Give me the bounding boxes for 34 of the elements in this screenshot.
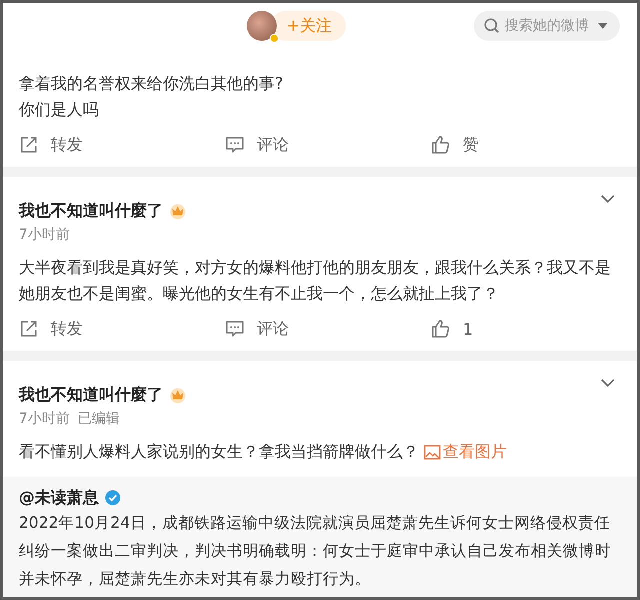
like-button[interactable]: 1 (423, 319, 474, 339)
user-name[interactable]: @未读萧息 (19, 487, 99, 509)
share-icon (19, 135, 39, 155)
edited-label: 已编辑 (78, 410, 120, 429)
repost-button[interactable]: 转发 (11, 318, 83, 340)
repost-text: 2022年10月24日，成都铁路运输中级法院就演员屈楚萧先生诉何女士网络侵权责任纠纷一案做出二审判决，判决书明确载明：何女士于庭审中承认自己发布相关微博时并未怀孕，屈楚萧先生亦未对其有暴力殴打行为。 (19, 513, 612, 590)
user-name[interactable]: 我也不知道叫什麼了 (19, 383, 163, 407)
chevron-down-icon[interactable] (601, 195, 615, 204)
user-name[interactable]: 我也不知道叫什麼了 (19, 199, 163, 223)
chevron-down-icon[interactable] (601, 379, 615, 388)
repost-button[interactable]: 转发 (11, 134, 83, 156)
post-text: 拿着我的名誉权来给你洗白其他的事? 你们是人吗 (19, 73, 284, 121)
post-text: 大半夜看到我是真好笑，对方女的爆料他打他的朋友朋友，跟我什么关系？我又不是她朋友也不是闺蜜。曝光他的女生有不止我一个，怎么就扯上我了？ (19, 257, 612, 305)
verified-icon (270, 34, 279, 43)
comment-button[interactable]: 评论 (217, 318, 289, 340)
like-button[interactable]: 赞 (423, 134, 479, 156)
post-text: 看不懂别人爆料人家说别的女生？拿我当挡箭牌做什么？ 查看图片 (19, 439, 621, 465)
post-time: 7小时前 (19, 226, 70, 245)
search-field[interactable]: 搜索她的微博 (474, 11, 620, 41)
verified-icon (105, 490, 121, 506)
thumbs-up-icon (431, 319, 451, 339)
comment-button[interactable]: 评论 (217, 134, 289, 156)
caret-icon[interactable] (598, 23, 608, 29)
image-icon (424, 444, 442, 460)
view-image-link[interactable]: 查看图片 (424, 439, 508, 465)
comment-icon (225, 135, 245, 155)
search-icon (484, 18, 500, 34)
comment-icon (225, 319, 245, 339)
avatar[interactable] (246, 11, 277, 41)
crown-badge-icon (169, 386, 187, 404)
thumbs-up-icon (431, 135, 451, 155)
post-time: 7小时前 (19, 410, 70, 429)
crown-badge-icon (169, 202, 187, 220)
share-icon (19, 319, 39, 339)
